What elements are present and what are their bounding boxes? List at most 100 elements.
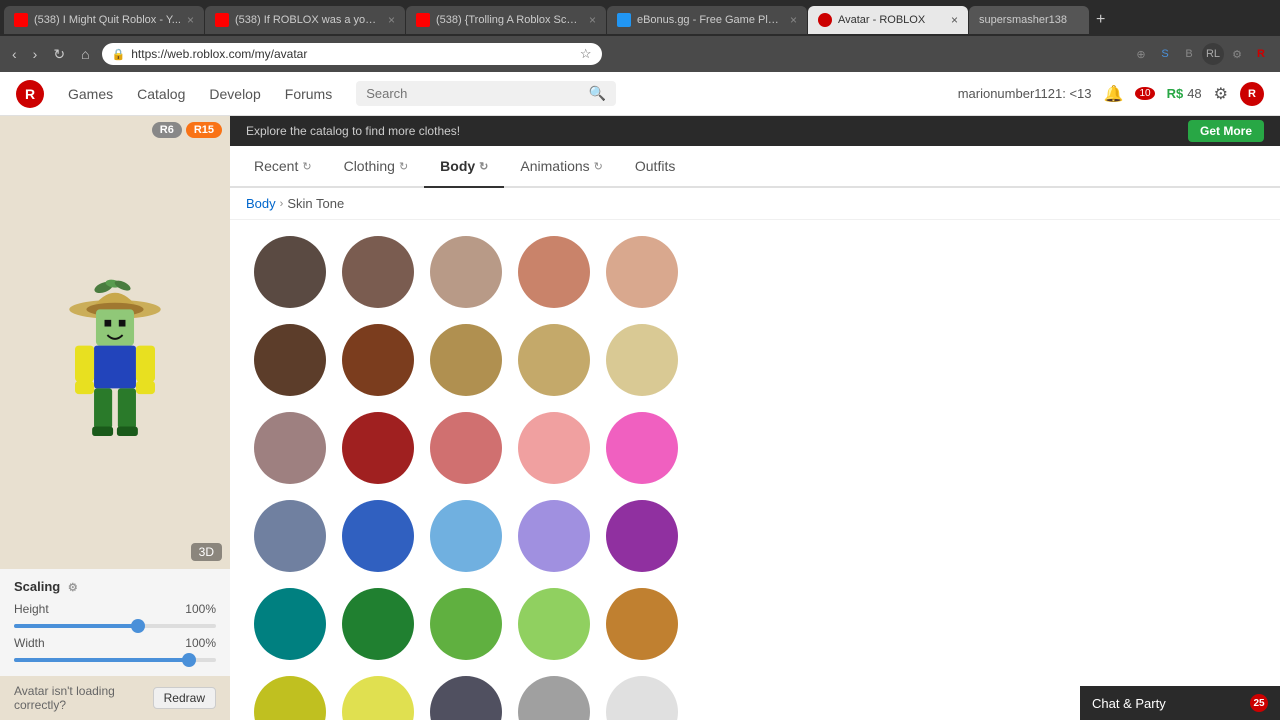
tab-close-yt3[interactable]: × xyxy=(589,13,596,27)
color-swatch-4-1[interactable] xyxy=(342,588,414,660)
color-swatch-2-2[interactable] xyxy=(430,412,502,484)
color-swatch-4-2[interactable] xyxy=(430,588,502,660)
color-swatch-5-1[interactable] xyxy=(342,676,414,720)
toolbar-icon-3[interactable]: B xyxy=(1178,43,1200,65)
width-slider-track xyxy=(14,658,216,662)
forward-button[interactable]: › xyxy=(29,44,42,64)
browser-toolbar-icons: ⊕ S B RL ⚙ R xyxy=(1130,43,1272,65)
toolbar-icon-4[interactable]: RL xyxy=(1202,43,1224,65)
tab-label-yt1: (538) I Might Quit Roblox - Y... xyxy=(34,14,181,26)
color-grid-container xyxy=(230,220,1280,720)
tab-recent[interactable]: Recent ↻ xyxy=(238,146,328,186)
url-box[interactable]: 🔒 https://web.roblox.com/my/avatar ☆ xyxy=(102,43,602,65)
color-swatch-1-0[interactable] xyxy=(254,324,326,396)
color-swatch-2-4[interactable] xyxy=(606,412,678,484)
color-swatch-1-4[interactable] xyxy=(606,324,678,396)
url-icons: ☆ xyxy=(580,46,592,62)
height-slider-container[interactable] xyxy=(14,624,216,628)
color-swatch-0-0[interactable] xyxy=(254,236,326,308)
nav-catalog[interactable]: Catalog xyxy=(137,86,185,102)
breadcrumb-parent[interactable]: Body xyxy=(246,196,276,211)
roblox-logo[interactable]: R xyxy=(16,80,44,108)
tab-favicon-ebonus xyxy=(617,13,631,27)
color-swatch-0-1[interactable] xyxy=(342,236,414,308)
home-button[interactable]: ⌂ xyxy=(77,44,93,64)
tab-label-roblox: Avatar - ROBLOX xyxy=(838,14,945,26)
get-more-button[interactable]: Get More xyxy=(1188,120,1264,142)
color-swatch-4-4[interactable] xyxy=(606,588,678,660)
color-swatch-3-3[interactable] xyxy=(518,500,590,572)
nav-develop[interactable]: Develop xyxy=(209,86,260,102)
avatar-preview: 3D xyxy=(0,144,230,569)
color-swatch-5-0[interactable] xyxy=(254,676,326,720)
color-swatch-3-0[interactable] xyxy=(254,500,326,572)
color-swatch-5-2[interactable] xyxy=(430,676,502,720)
tab-close-yt1[interactable]: × xyxy=(187,13,194,27)
color-swatch-0-3[interactable] xyxy=(518,236,590,308)
toolbar-icon-5[interactable]: ⚙ xyxy=(1226,43,1248,65)
tab-yt3[interactable]: (538) {Trolling A Roblox Scan... × xyxy=(406,6,606,34)
scaling-title: Scaling ⚙ xyxy=(14,579,216,594)
robux-icon: R$ xyxy=(1167,86,1184,101)
color-swatch-1-2[interactable] xyxy=(430,324,502,396)
color-swatch-2-0[interactable] xyxy=(254,412,326,484)
width-slider-container[interactable] xyxy=(14,658,216,662)
redraw-button[interactable]: Redraw xyxy=(153,687,216,709)
toolbar-icon-1[interactable]: ⊕ xyxy=(1130,43,1152,65)
breadcrumb-separator: › xyxy=(280,198,284,210)
tab-clothing[interactable]: Clothing ↻ xyxy=(328,146,425,186)
color-swatch-0-4[interactable] xyxy=(606,236,678,308)
reload-button[interactable]: ↻ xyxy=(49,44,69,65)
color-swatch-2-1[interactable] xyxy=(342,412,414,484)
color-swatch-2-3[interactable] xyxy=(518,412,590,484)
animations-refresh-icon: ↻ xyxy=(594,160,603,173)
user-icon[interactable]: R xyxy=(1240,82,1264,106)
redraw-text: Avatar isn't loading correctly? xyxy=(14,684,143,712)
toolbar-icon-2[interactable]: S xyxy=(1154,43,1176,65)
color-swatch-3-4[interactable] xyxy=(606,500,678,572)
height-slider-thumb[interactable] xyxy=(131,619,145,633)
r15-badge[interactable]: R15 xyxy=(186,122,222,138)
tab-close-ebonus[interactable]: × xyxy=(790,13,797,27)
color-swatch-0-2[interactable] xyxy=(430,236,502,308)
scaling-section: Scaling ⚙ Height 100% Width 100% xyxy=(0,569,230,676)
height-slider-fill xyxy=(14,624,135,628)
r6-badge[interactable]: R6 xyxy=(152,122,182,138)
nav-games[interactable]: Games xyxy=(68,86,113,102)
tab-yt2[interactable]: (538) If ROBLOX was a youtu... × xyxy=(205,6,405,34)
tab-ebonus[interactable]: eBonus.gg - Free Game Play... × xyxy=(607,6,807,34)
color-swatch-5-3[interactable] xyxy=(518,676,590,720)
color-swatch-1-1[interactable] xyxy=(342,324,414,396)
color-swatch-3-1[interactable] xyxy=(342,500,414,572)
bookmark-icon[interactable]: ☆ xyxy=(580,46,592,62)
search-box[interactable]: 🔍 xyxy=(356,81,616,106)
tab-close-yt2[interactable]: × xyxy=(388,13,395,27)
nav-forums[interactable]: Forums xyxy=(285,86,332,102)
width-slider-thumb[interactable] xyxy=(182,653,196,667)
tab-outfits[interactable]: Outfits xyxy=(619,146,691,186)
tab-close-roblox[interactable]: × xyxy=(951,13,958,27)
redraw-section: Avatar isn't loading correctly? Redraw xyxy=(0,676,230,720)
new-tab-button[interactable]: + xyxy=(1090,11,1111,29)
color-swatch-5-4[interactable] xyxy=(606,676,678,720)
tab-bar: (538) I Might Quit Roblox - Y... × (538)… xyxy=(0,0,1280,36)
toolbar-icon-6[interactable]: R xyxy=(1250,43,1272,65)
avatar-3d-label[interactable]: 3D xyxy=(191,543,222,561)
color-swatch-4-0[interactable] xyxy=(254,588,326,660)
back-button[interactable]: ‹ xyxy=(8,44,21,64)
tab-extra[interactable]: supersmasher138 xyxy=(969,6,1089,34)
chat-bar[interactable]: Chat & Party 25 xyxy=(1080,686,1280,720)
search-input[interactable] xyxy=(366,86,583,101)
search-icon: 🔍 xyxy=(589,85,606,102)
tab-roblox[interactable]: Avatar - ROBLOX × xyxy=(808,6,968,34)
color-swatch-3-2[interactable] xyxy=(430,500,502,572)
tab-label-extra: supersmasher138 xyxy=(979,14,1079,26)
tab-yt1[interactable]: (538) I Might Quit Roblox - Y... × xyxy=(4,6,204,34)
height-label: Height xyxy=(14,602,49,616)
tab-body[interactable]: Body ↻ xyxy=(424,146,504,186)
color-swatch-4-3[interactable] xyxy=(518,588,590,660)
settings-icon[interactable]: ⚙ xyxy=(1214,84,1228,104)
color-swatch-1-3[interactable] xyxy=(518,324,590,396)
tab-animations[interactable]: Animations ↻ xyxy=(504,146,618,186)
notification-icon[interactable]: 🔔 xyxy=(1104,84,1124,104)
